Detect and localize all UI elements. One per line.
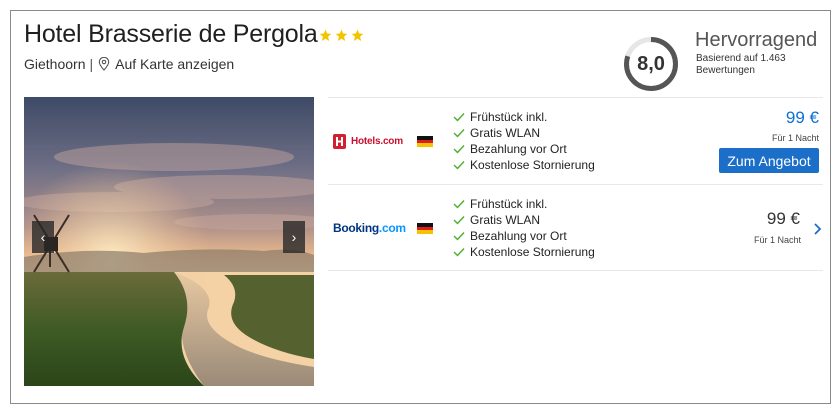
check-icon — [453, 248, 465, 257]
show-on-map-link[interactable]: Auf Karte anzeigen — [115, 56, 234, 72]
amenity-item: Bezahlung vor Ort — [453, 228, 595, 244]
location-row: Giethoorn | Auf Karte anzeigen — [24, 56, 234, 72]
amenity-item: Frühstück inkl. — [453, 109, 595, 125]
chevron-right-icon[interactable] — [813, 222, 823, 236]
amenity-label: Bezahlung vor Ort — [470, 142, 567, 156]
rating-label: Hervorragend — [695, 29, 818, 51]
check-icon — [453, 113, 465, 122]
price-note: Für 1 Nacht — [771, 133, 819, 143]
amenities-list: Frühstück inkl. Gratis WLAN Bezahlung vo… — [453, 196, 595, 260]
booking-name: Booking — [333, 221, 379, 235]
amenity-label: Kostenlose Stornierung — [470, 158, 595, 172]
amenity-item: Frühstück inkl. — [453, 196, 595, 212]
star-icon — [351, 29, 364, 42]
price-note: Für 1 Nacht — [753, 235, 801, 245]
gallery-prev-button[interactable]: ‹ — [32, 221, 54, 253]
booking-com-logo: Booking.com — [333, 221, 406, 235]
offer-price[interactable]: 99 € — [786, 108, 819, 128]
germany-flag-icon — [417, 223, 433, 235]
gallery-next-button[interactable]: › — [283, 221, 305, 253]
amenity-item: Gratis WLAN — [453, 125, 595, 141]
hotels-com-icon — [333, 134, 346, 149]
star-icon — [319, 29, 332, 42]
amenity-label: Frühstück inkl. — [470, 197, 548, 211]
go-to-deal-button[interactable]: Zum Angebot — [719, 148, 819, 173]
amenity-label: Frühstück inkl. — [470, 110, 548, 124]
map-pin-icon — [98, 57, 110, 71]
hotel-name[interactable]: Hotel Brasserie de Pergola — [24, 20, 318, 49]
amenity-label: Bezahlung vor Ort — [470, 229, 567, 243]
amenity-item: Bezahlung vor Ort — [453, 141, 595, 157]
star-icon — [335, 29, 348, 42]
amenity-item: Gratis WLAN — [453, 212, 595, 228]
offer-row-booking-com[interactable]: Booking.com Frühstück inkl. Gratis WLAN … — [328, 184, 823, 271]
city-name: Giethoorn — [24, 56, 86, 72]
amenity-label: Gratis WLAN — [470, 213, 541, 227]
offer-price[interactable]: 99 € — [767, 209, 800, 229]
booking-suffix: .com — [378, 221, 406, 235]
amenity-label: Gratis WLAN — [470, 126, 541, 140]
rating-score: 8,0 — [637, 52, 665, 75]
amenity-item: Kostenlose Stornierung — [453, 244, 595, 260]
check-icon — [453, 200, 465, 209]
germany-flag-icon — [417, 136, 433, 148]
check-icon — [453, 161, 465, 170]
hotel-stars — [319, 29, 364, 42]
offer-row-hotels-com[interactable]: Hotels.com Frühstück inkl. Gratis WLAN B… — [328, 97, 823, 184]
amenity-item: Kostenlose Stornierung — [453, 157, 595, 173]
check-icon — [453, 145, 465, 154]
amenities-list: Frühstück inkl. Gratis WLAN Bezahlung vo… — [453, 109, 595, 173]
check-icon — [453, 216, 465, 225]
hotels-com-logo: Hotels.com — [333, 134, 403, 149]
hotels-com-name: Hotels.com — [351, 136, 403, 147]
check-icon — [453, 129, 465, 138]
hotel-card: Hotel Brasserie de Pergola Giethoorn | A… — [10, 10, 831, 404]
offers-list: Hotels.com Frühstück inkl. Gratis WLAN B… — [328, 97, 823, 271]
amenity-label: Kostenlose Stornierung — [470, 245, 595, 259]
photo-image — [24, 97, 314, 386]
separator: | — [89, 56, 94, 72]
check-icon — [453, 232, 465, 241]
hotel-photo[interactable]: ‹ › — [24, 97, 314, 386]
rating-basis: Basierend auf 1.463 Bewertungen — [696, 53, 786, 76]
